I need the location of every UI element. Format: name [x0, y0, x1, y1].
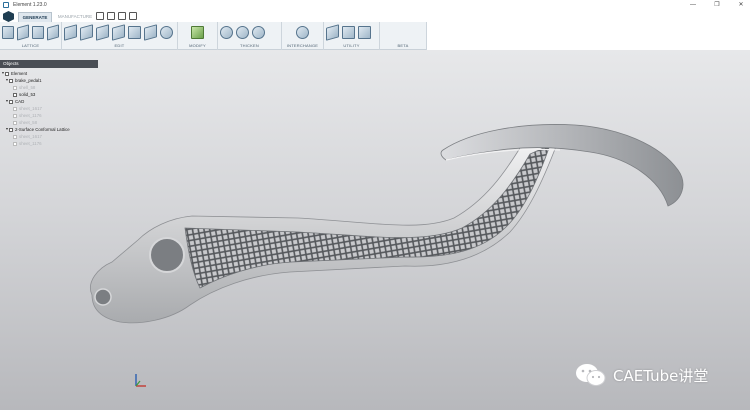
tree-label: sheet_58 — [19, 120, 38, 125]
ribbon-empty-area — [427, 22, 750, 50]
tree-label: sheet_1617 — [19, 106, 42, 111]
objects-panel-header: Objects — [0, 60, 98, 68]
maximize-button[interactable]: ❐ — [712, 1, 722, 9]
modify-icon[interactable] — [191, 25, 204, 39]
tree-label: shell_58 — [19, 85, 36, 90]
ribbon-group-utility: UTILITY — [324, 22, 380, 50]
edit-trim-icon[interactable] — [96, 23, 109, 41]
edit-skin-icon[interactable] — [144, 23, 157, 41]
visibility-checkbox[interactable] — [13, 106, 17, 111]
tree-node-sheet[interactable]: sheet_1617 — [0, 133, 98, 140]
visibility-checkbox[interactable] — [13, 113, 17, 118]
open-folder-icon[interactable] — [118, 12, 126, 20]
group-label-edit[interactable]: EDIT — [62, 43, 177, 48]
new-file-icon[interactable] — [96, 12, 104, 20]
edit-merge-icon[interactable] — [80, 23, 93, 41]
lattice-block-icon[interactable] — [17, 23, 29, 41]
ribbon-group-beta: BETA — [380, 22, 427, 50]
visibility-checkbox[interactable] — [13, 141, 17, 146]
window-controls: — ❐ ✕ — [688, 1, 746, 9]
tree-node-solid[interactable]: solid_53 — [0, 91, 98, 98]
lattice-conformal-icon[interactable] — [47, 23, 59, 41]
brake-pedal-model[interactable] — [0, 50, 750, 410]
visibility-checkbox[interactable] — [9, 78, 13, 83]
edit-nodes-icon[interactable] — [128, 25, 141, 39]
lattice-surface-icon[interactable] — [32, 25, 44, 39]
group-label-utility[interactable]: UTILITY — [324, 43, 379, 48]
tree-node-sheet[interactable]: sheet_58 — [0, 119, 98, 126]
group-label-thicken[interactable]: THICKEN — [218, 43, 281, 48]
visibility-checkbox[interactable] — [9, 99, 13, 104]
minimize-button[interactable]: — — [688, 1, 698, 9]
pivot-hole-large — [149, 237, 185, 273]
visibility-checkbox[interactable] — [13, 134, 17, 139]
tree-node-sheet[interactable]: sheet_1176 — [0, 112, 98, 119]
tree-node-shell[interactable]: shell_58 — [0, 84, 98, 91]
ribbon-group-lattice: LATTICE — [0, 22, 62, 50]
import-icon[interactable] — [107, 12, 115, 20]
group-label-lattice[interactable]: LATTICE — [0, 43, 61, 48]
axis-triad-icon — [135, 374, 146, 387]
visibility-checkbox[interactable] — [13, 85, 17, 90]
visibility-checkbox[interactable] — [13, 92, 17, 97]
tree-label: Element — [11, 71, 28, 76]
pivot-hole-small — [94, 288, 112, 306]
ribbon-panel: LATTICE EDIT MODIFY THICKEN INTERCHANGE … — [0, 22, 427, 50]
tree-node-cad[interactable]: ▼ CAD — [0, 98, 98, 105]
ribbon-group-thicken: THICKEN — [218, 22, 282, 50]
tree-node-sheet[interactable]: sheet_1176 — [0, 140, 98, 147]
tree-label: brake_pedal1 — [15, 78, 42, 83]
visibility-checkbox[interactable] — [5, 71, 9, 76]
ribbon-group-interchange: INTERCHANGE — [282, 22, 324, 50]
interchange-icon[interactable] — [296, 25, 309, 39]
edit-offset-icon[interactable] — [112, 23, 125, 41]
thicken-rod-icon[interactable] — [220, 25, 233, 39]
tab-manufacture[interactable]: MANUFACTURE — [56, 12, 94, 22]
tree-label: sheet_1176 — [19, 141, 42, 146]
visibility-checkbox[interactable] — [9, 127, 13, 132]
ribbon-group-edit: EDIT — [62, 22, 178, 50]
thicken-variable-icon[interactable] — [252, 25, 265, 39]
utility-measure-icon[interactable] — [326, 23, 339, 41]
window-title: Element 1.23.0 — [13, 2, 47, 8]
tree-node-conformal-lattice[interactable]: ▼ 2-Surface Conformal Lattice — [0, 126, 98, 133]
wechat-icon — [576, 364, 606, 386]
lattice-cube-icon[interactable] — [2, 25, 14, 39]
watermark: CAETube讲堂 — [575, 362, 708, 388]
thicken-uniform-icon[interactable] — [236, 25, 249, 39]
app-logo-icon[interactable] — [3, 11, 14, 22]
edit-rod-icon[interactable] — [160, 25, 173, 39]
pedal-pad — [440, 124, 684, 207]
title-bar: Element 1.23.0 — ❐ ✕ — [0, 0, 750, 10]
close-button[interactable]: ✕ — [736, 1, 746, 9]
object-tree: ▼ Element ▼ brake_pedal1 shell_58 solid_… — [0, 68, 98, 147]
utility-analyze-icon[interactable] — [342, 25, 355, 39]
tree-label: sheet_1617 — [19, 134, 42, 139]
tree-label: sheet_1176 — [19, 113, 42, 118]
tree-label: 2-Surface Conformal Lattice — [15, 127, 70, 132]
tree-node-sheet[interactable]: sheet_1617 — [0, 105, 98, 112]
ribbon-group-modify: MODIFY — [178, 22, 218, 50]
tree-label: solid_53 — [19, 92, 36, 97]
visibility-checkbox[interactable] — [13, 120, 17, 125]
objects-panel: Objects ▼ Element ▼ brake_pedal1 shell_5… — [0, 60, 98, 147]
tree-label: CAD — [15, 99, 25, 104]
group-label-beta[interactable]: BETA — [380, 43, 426, 48]
edit-cell-icon[interactable] — [64, 23, 77, 41]
app-icon — [3, 2, 9, 8]
save-icon[interactable] — [129, 12, 137, 20]
utility-copy-icon[interactable] — [358, 25, 371, 39]
watermark-text: CAETube讲堂 — [613, 366, 709, 385]
tree-node-element[interactable]: ▼ Element — [0, 70, 98, 77]
tab-generate[interactable]: GENERATE — [18, 12, 52, 22]
tree-node-brake-pedal[interactable]: ▼ brake_pedal1 — [0, 77, 98, 84]
group-label-interchange[interactable]: INTERCHANGE — [282, 43, 323, 48]
ribbon-tab-row: GENERATE MANUFACTURE — [0, 10, 750, 22]
group-label-modify[interactable]: MODIFY — [178, 43, 217, 48]
